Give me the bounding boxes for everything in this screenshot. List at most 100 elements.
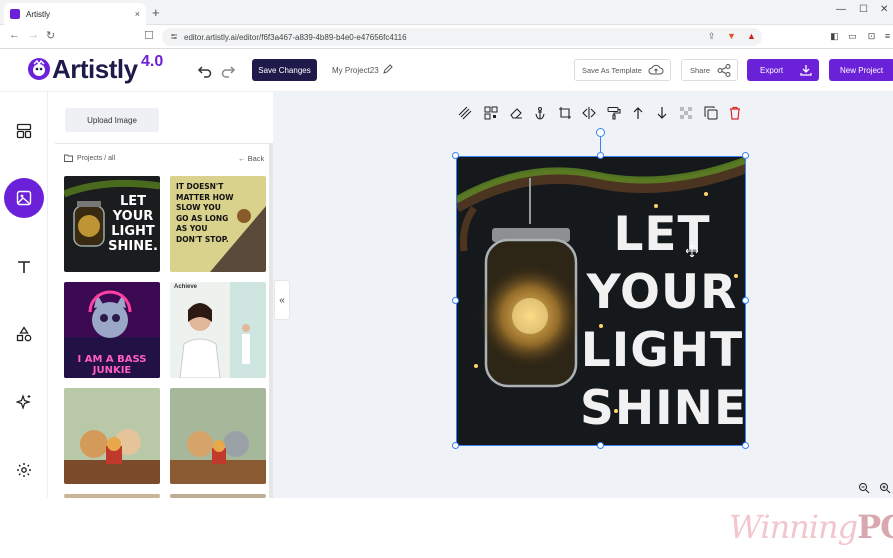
- share-page-icon[interactable]: ⇪: [706, 31, 717, 42]
- selection-frame: [456, 156, 746, 446]
- bookmark-icon[interactable]: ☐: [144, 29, 154, 42]
- sidebar-item-layout[interactable]: [9, 116, 39, 146]
- resize-handle-top-left[interactable]: [452, 152, 459, 159]
- element-toolbar: [458, 106, 748, 122]
- breadcrumb-text[interactable]: Projects / all: [77, 155, 115, 162]
- thumbnail-3-title: I AM A BASS JUNKIE: [77, 354, 147, 376]
- panel-scrollbar[interactable]: [269, 144, 273, 498]
- kittens-thumbnail-art: [170, 431, 266, 484]
- sidebar-item-shapes[interactable]: [9, 319, 39, 349]
- watermark-part-2: PC: [857, 508, 893, 546]
- save-as-template-button[interactable]: Save As Template: [574, 59, 671, 81]
- browser-tab[interactable]: Artistly ×: [4, 3, 146, 25]
- thumbnail-2[interactable]: IT DOESN'T MATTER HOW SLOW YOU GO AS LON…: [170, 176, 266, 272]
- collapse-panel-button[interactable]: «: [274, 280, 290, 320]
- breadcrumb: Projects / all: [64, 154, 115, 162]
- delete-icon[interactable]: [728, 106, 742, 120]
- sidebar-toggle-icon[interactable]: ◧: [829, 31, 840, 42]
- export-label: Export: [760, 65, 784, 75]
- logo-version: 4.0: [141, 53, 164, 70]
- forward-icon[interactable]: →: [28, 29, 39, 41]
- rotate-handle[interactable]: [596, 128, 605, 137]
- crop-icon[interactable]: [558, 106, 572, 120]
- back-label: Back: [247, 154, 265, 163]
- thumbnail-6[interactable]: [170, 388, 266, 484]
- save-as-template-label: Save As Template: [582, 65, 642, 75]
- cloud-upload-icon: [648, 65, 664, 75]
- maximize-icon[interactable]: ☐: [859, 4, 868, 15]
- panel-divider: [55, 143, 273, 144]
- minimize-icon[interactable]: —: [836, 4, 846, 15]
- logo-text: Artistly: [52, 54, 138, 84]
- resize-handle-bottom[interactable]: [597, 442, 604, 449]
- new-tab-button[interactable]: +: [152, 5, 160, 20]
- redo-icon[interactable]: [220, 62, 236, 78]
- flip-icon[interactable]: [582, 106, 596, 120]
- gear-icon: [17, 463, 31, 477]
- site-info-icon[interactable]: [170, 32, 178, 41]
- browser-tab-bar: Artistly × + — ☐ ✕: [0, 0, 893, 25]
- sidebar-item-settings[interactable]: [9, 455, 39, 485]
- new-project-button[interactable]: New Project: [829, 59, 893, 81]
- resize-handle-bottom-right[interactable]: [742, 442, 749, 449]
- sparkle-icon: [16, 394, 31, 410]
- sidebar-item-text[interactable]: [9, 252, 39, 282]
- save-changes-button[interactable]: Save Changes: [252, 59, 317, 81]
- vpn-icon[interactable]: ⊡: [866, 31, 877, 42]
- resize-handle-bottom-left[interactable]: [452, 442, 459, 449]
- url-text: editor.artistly.ai/editor/f6f3a467-a839-…: [184, 32, 407, 42]
- thumbnail-3[interactable]: I AM A BASS JUNKIE: [64, 282, 160, 378]
- browser-address-bar: ← → ↻ ☐ editor.artistly.ai/editor/f6f3a4…: [0, 25, 893, 49]
- wallet-icon[interactable]: ▭: [847, 31, 858, 42]
- paint-roller-icon[interactable]: [607, 106, 621, 120]
- edit-name-icon[interactable]: [383, 64, 393, 74]
- upload-image-button[interactable]: Upload Image: [65, 108, 159, 132]
- resize-handle-right[interactable]: [742, 297, 749, 304]
- project-name[interactable]: My Project23: [332, 66, 379, 75]
- doctor-thumbnail-art: [179, 282, 266, 378]
- thumbnail-4[interactable]: Achieve: [170, 282, 266, 378]
- duplicate-icon[interactable]: [704, 106, 718, 120]
- menu-icon[interactable]: ≡: [882, 31, 893, 42]
- share-label: Share: [690, 65, 711, 75]
- text-icon: [18, 261, 30, 273]
- artistly-logo-icon: [28, 58, 50, 80]
- url-field[interactable]: editor.artistly.ai/editor/f6f3a467-a839-…: [162, 28, 762, 46]
- favicon-icon: [10, 9, 20, 19]
- move-cursor-icon: [686, 245, 698, 257]
- layout-icon: [16, 123, 32, 139]
- back-icon[interactable]: ←: [9, 29, 20, 41]
- export-button[interactable]: Export: [747, 59, 819, 81]
- resize-handle-left[interactable]: [452, 297, 459, 304]
- zoom-in-icon[interactable]: [879, 482, 891, 494]
- watermark-logo: WinningPC: [729, 508, 893, 546]
- watermark-part-1: Winning: [729, 508, 858, 546]
- image-icon: [16, 190, 32, 206]
- tab-title: Artistly: [26, 9, 50, 19]
- close-window-icon[interactable]: ✕: [880, 4, 888, 15]
- download-icon: [800, 65, 812, 76]
- zoom-out-icon[interactable]: [858, 482, 870, 494]
- resize-handle-top-right[interactable]: [742, 152, 749, 159]
- share-button[interactable]: Share: [681, 59, 738, 81]
- sidebar-item-image[interactable]: [4, 178, 44, 218]
- arrow-up-icon[interactable]: [631, 106, 645, 120]
- rewards-icon[interactable]: ▲: [746, 31, 757, 42]
- anchor-icon[interactable]: [533, 106, 547, 120]
- arrow-down-icon[interactable]: [655, 106, 669, 120]
- texture-icon[interactable]: [458, 106, 472, 120]
- reload-icon[interactable]: ↻: [46, 29, 55, 42]
- brave-shield-icon[interactable]: ▼: [726, 31, 737, 42]
- thumbnail-5[interactable]: [64, 388, 160, 484]
- back-link[interactable]: ← Back: [238, 154, 264, 163]
- thumbnail-1[interactable]: LET YOUR LIGHT SHINE.: [64, 176, 160, 272]
- tab-close-icon[interactable]: ×: [135, 9, 140, 19]
- transparency-icon[interactable]: [679, 106, 693, 120]
- undo-icon[interactable]: [197, 62, 213, 78]
- resize-handle-top[interactable]: [597, 152, 604, 159]
- sidebar-item-ai[interactable]: [9, 387, 39, 417]
- thumbnail-2-title: IT DOESN'T MATTER HOW SLOW YOU GO AS LON…: [176, 182, 234, 244]
- share-icon: [717, 63, 731, 77]
- eraser-icon[interactable]: [509, 106, 523, 120]
- qr-code-icon[interactable]: [484, 106, 498, 120]
